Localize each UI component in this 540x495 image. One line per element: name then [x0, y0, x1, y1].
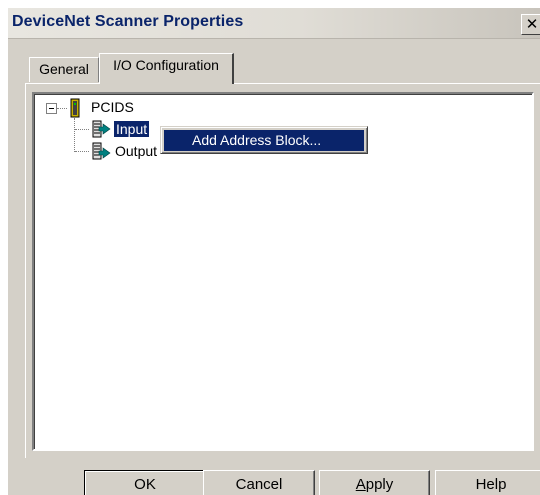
properties-dialog: DeviceNet Scanner Properties ✕ General I…	[8, 8, 540, 495]
cancel-button[interactable]: Cancel	[203, 470, 315, 495]
apply-label-rest: pply	[365, 476, 394, 493]
tree-connector	[57, 108, 67, 109]
output-module-icon	[92, 142, 111, 160]
tree-root-label[interactable]: PCIDS	[91, 99, 134, 115]
apply-access-key: A	[355, 476, 366, 493]
apply-button[interactable]: Apply	[319, 470, 430, 495]
tab-general-label: General	[39, 61, 89, 77]
tree-item-output[interactable]: Output	[115, 143, 157, 159]
collapse-toggle-icon[interactable]	[46, 103, 57, 114]
title-bar[interactable]: DeviceNet Scanner Properties ✕	[8, 8, 540, 39]
tree-item-input[interactable]: Input	[114, 121, 150, 137]
tree-connector	[74, 118, 75, 152]
tree-connector	[75, 151, 89, 152]
window-title: DeviceNet Scanner Properties	[12, 13, 244, 30]
tab-io-configuration-label: I/O Configuration	[113, 57, 219, 73]
scanner-device-icon	[70, 98, 80, 118]
help-button[interactable]: Help	[435, 470, 540, 495]
ok-button[interactable]: OK	[84, 470, 206, 495]
close-button[interactable]: ✕	[521, 14, 540, 35]
context-menu: Add Address Block...	[160, 126, 368, 154]
tab-io-configuration[interactable]: I/O Configuration	[99, 53, 234, 84]
tree-connector	[75, 129, 89, 130]
input-module-icon	[92, 120, 111, 138]
tab-general[interactable]: General	[29, 57, 99, 82]
menu-item-add-address-block[interactable]: Add Address Block...	[164, 130, 364, 151]
close-icon: ✕	[525, 15, 539, 33]
